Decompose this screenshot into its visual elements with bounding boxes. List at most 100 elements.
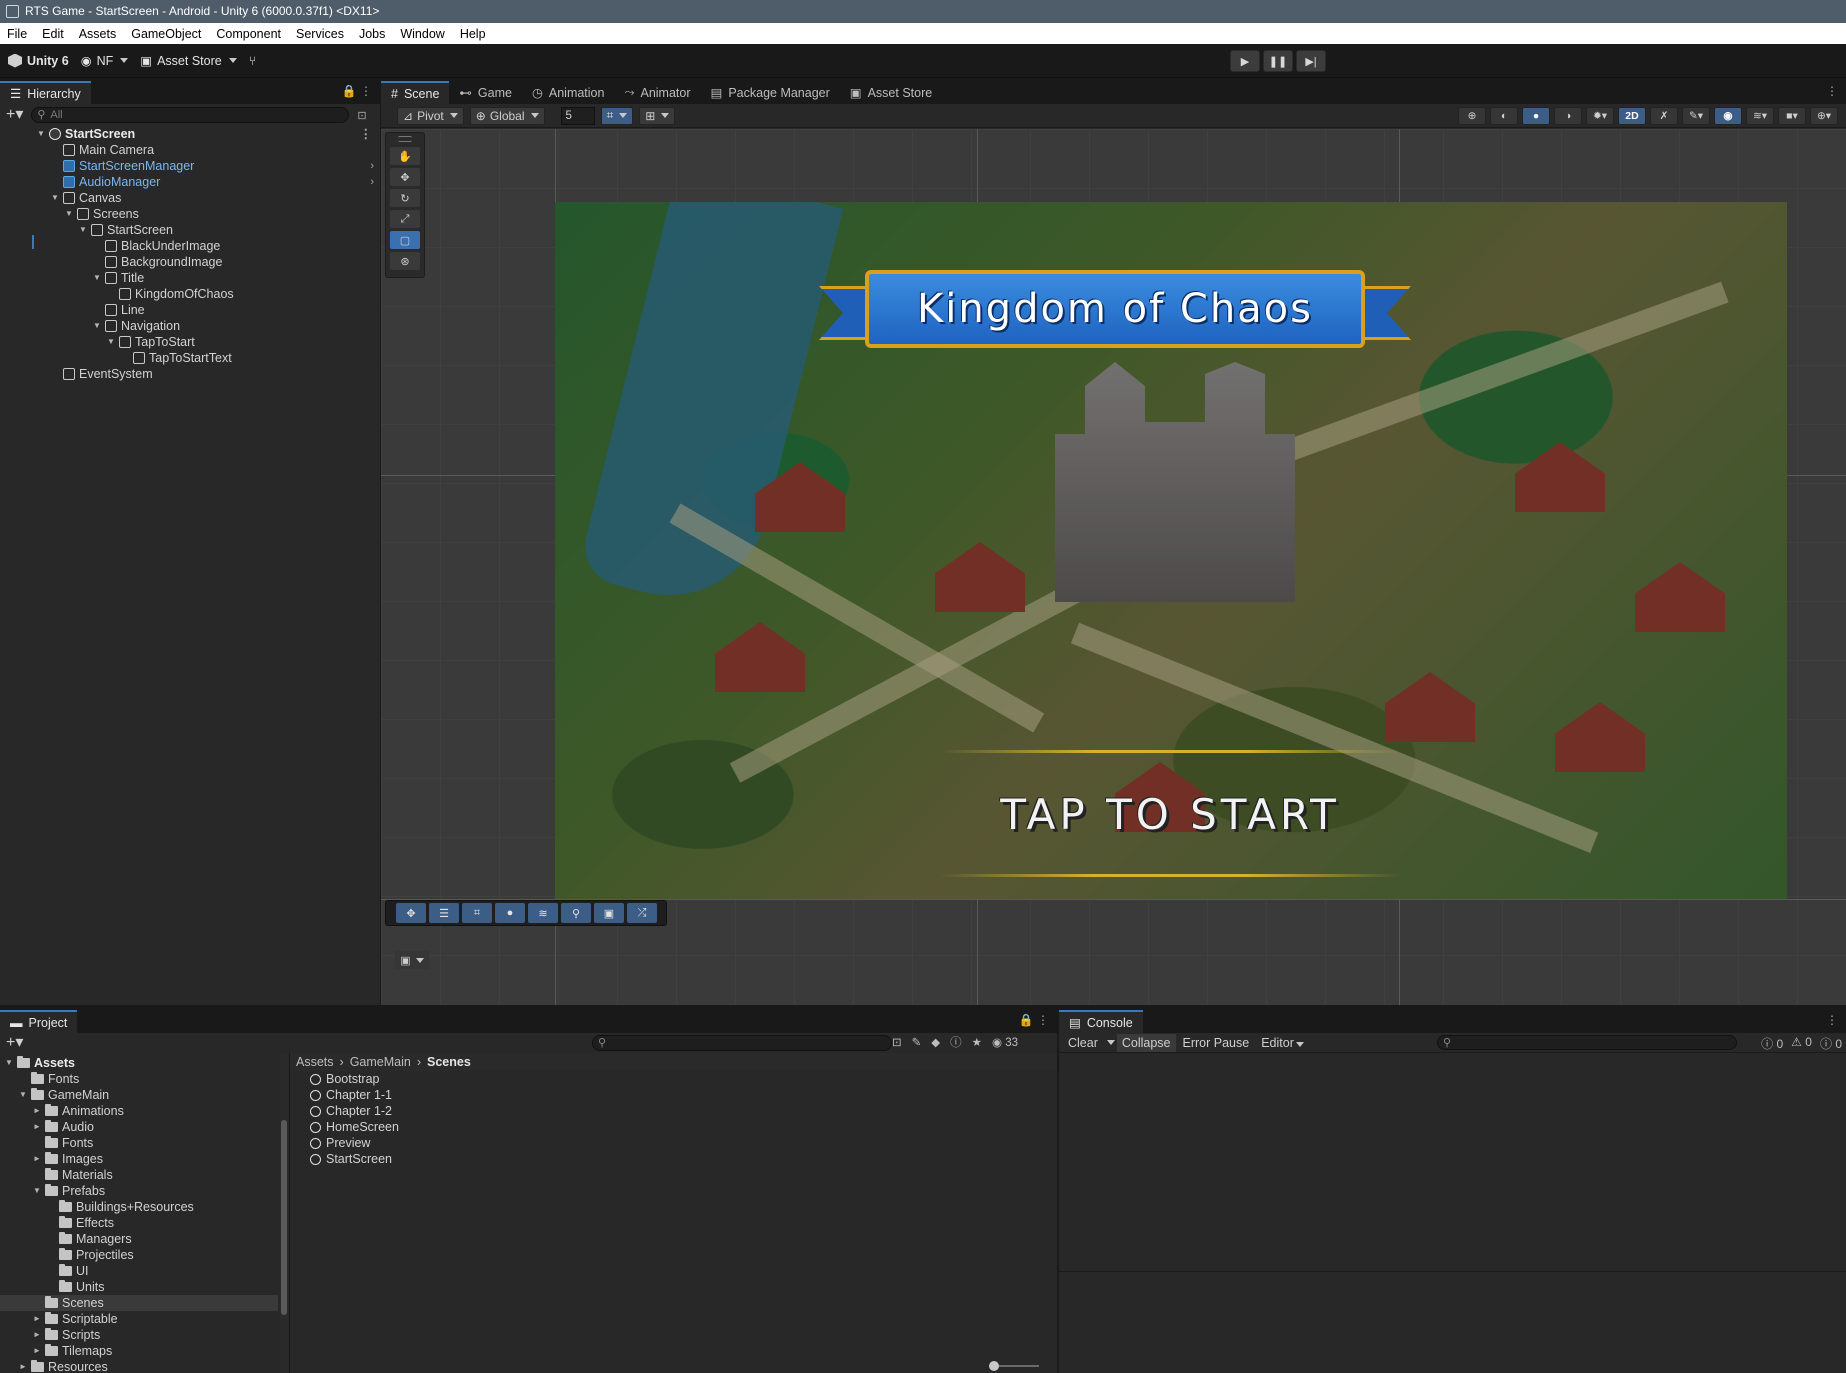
hierarchy-row[interactable]: ▼ StartScreen ⋮	[0, 126, 380, 142]
expand-arrow-icon[interactable]: ▼	[32, 1183, 42, 1199]
layers-button[interactable]: ≋▾	[1746, 107, 1774, 125]
folder-row[interactable]: ► Images	[0, 1151, 278, 1167]
camera-settings-button[interactable]: ■▾	[1778, 107, 1806, 125]
unity-version-button[interactable]: Unity 6	[8, 53, 69, 68]
folder-row[interactable]: ▼ Prefabs	[0, 1183, 278, 1199]
folder-row[interactable]: Materials	[0, 1167, 278, 1183]
search-by-label-icon[interactable]: ✎	[912, 1035, 922, 1049]
move-tool-button[interactable]: ✥	[390, 168, 420, 186]
menu-assets[interactable]: Assets	[79, 27, 117, 41]
expand-arrow-icon[interactable]: ▼	[18, 1087, 28, 1103]
folder-row[interactable]: Effects	[0, 1215, 278, 1231]
layers-tool-button[interactable]: ≋	[528, 903, 558, 923]
expand-arrow-icon[interactable]: ►	[32, 1311, 42, 1327]
hierarchy-row[interactable]: Main Camera	[0, 142, 380, 158]
menu-edit[interactable]: Edit	[42, 27, 64, 41]
clear-button[interactable]: Clear	[1063, 1034, 1103, 1052]
preview-tool-button[interactable]: ▣	[594, 903, 624, 923]
hierarchy-row[interactable]: ▼ Title	[0, 270, 380, 286]
panel-options-icon[interactable]: 🔒 ⋮	[342, 84, 372, 98]
gizmos-button[interactable]: ⊕▾	[1810, 107, 1838, 125]
hierarchy-row[interactable]: BackgroundImage	[0, 254, 380, 270]
expand-arrow-icon[interactable]: ▼	[36, 126, 46, 142]
hierarchy-row[interactable]: ▼ StartScreen	[0, 222, 380, 238]
menu-window[interactable]: Window	[400, 27, 444, 41]
menu-gameobject[interactable]: GameObject	[131, 27, 201, 41]
pause-button[interactable]: ❚❚	[1263, 50, 1293, 72]
hierarchy-row[interactable]: BlackUnderImage	[0, 238, 380, 254]
expand-arrow-icon[interactable]: ▼	[78, 222, 88, 238]
panel-options-icon[interactable]: 🔒 ⋮	[1019, 1013, 1049, 1027]
draw-mode-button[interactable]: ⊕	[1458, 107, 1486, 125]
shaded-wire-button[interactable]: ◐	[1490, 107, 1518, 125]
icon-size-slider[interactable]	[989, 1361, 1039, 1371]
editor-dropdown[interactable]: Editor	[1256, 1034, 1309, 1052]
tab-game[interactable]: ⊷ Game	[449, 81, 522, 104]
render-debug-button[interactable]: ✹▾	[1586, 107, 1614, 125]
scene-viewport[interactable]: Kingdom of Chaos TAP TO START ✋ ✥ ↻ ⤢ ▢ …	[381, 129, 1846, 1005]
warning-count-toggle[interactable]: ⚠ 0	[1791, 1035, 1812, 1052]
hierarchy-row[interactable]: ▼ Navigation	[0, 318, 380, 334]
grid-tool-button[interactable]: ⌗	[462, 903, 492, 923]
tap-to-start-text[interactable]: TAP TO START	[940, 790, 1400, 839]
tab-asset-store[interactable]: ▣ Asset Store	[840, 81, 942, 104]
folder-row[interactable]: Buildings+Resources	[0, 1199, 278, 1215]
scene-visibility-icon[interactable]: ⊡	[357, 109, 366, 122]
sprite-move-button[interactable]: ✥	[396, 903, 426, 923]
grid-snap-field[interactable]: 5	[560, 106, 595, 125]
step-button[interactable]: ▶|	[1296, 50, 1326, 72]
folder-row[interactable]: ► Animations	[0, 1103, 278, 1119]
menu-jobs[interactable]: Jobs	[359, 27, 385, 41]
hidden-packages-button[interactable]: ◉ 33	[992, 1035, 1018, 1049]
expand-arrow-icon[interactable]: ▼	[92, 270, 102, 286]
scene-menu-icon[interactable]: ⋮	[360, 126, 373, 142]
folder-row[interactable]: Scenes	[0, 1295, 278, 1311]
tab-animator[interactable]: ⤳ Animator	[614, 81, 700, 104]
console-search-input[interactable]	[1437, 1035, 1737, 1050]
folder-row[interactable]: Projectiles	[0, 1247, 278, 1263]
asset-store-dropdown[interactable]: ▣ Asset Store	[140, 53, 237, 68]
panel-options-icon[interactable]: ⋮	[1826, 1013, 1838, 1027]
error-pause-button[interactable]: Error Pause	[1178, 1034, 1255, 1052]
create-button[interactable]: +▾	[6, 107, 23, 123]
scene-file-item[interactable]: Chapter 1-1	[290, 1087, 1057, 1103]
increment-snap-button[interactable]: ⊞	[639, 106, 676, 125]
expand-arrow-icon[interactable]: ▼	[64, 206, 74, 222]
folder-row[interactable]: ► Resources	[0, 1359, 278, 1373]
pivot-dropdown[interactable]: ⊿ Pivot	[397, 106, 464, 125]
menu-file[interactable]: File	[7, 27, 27, 41]
expand-arrow-icon[interactable]: ►	[32, 1151, 42, 1167]
hierarchy-row[interactable]: Line	[0, 302, 380, 318]
scrollbar-thumb[interactable]	[281, 1120, 287, 1315]
search-tool-button[interactable]: ⚲	[561, 903, 591, 923]
hierarchy-row[interactable]: StartScreenManager ›	[0, 158, 380, 174]
rect-tool-button[interactable]: ▢	[390, 231, 420, 249]
rotate-tool-button[interactable]: ↻	[390, 189, 420, 207]
lighting-toggle-button[interactable]: ✗	[1650, 107, 1678, 125]
toggle-2d-button[interactable]: 2D	[1618, 107, 1646, 125]
tab-hierarchy[interactable]: ☰ Hierarchy	[0, 81, 91, 104]
info-count-toggle[interactable]: ⓘ 0	[1761, 1035, 1783, 1052]
expand-arrow-icon[interactable]: ►	[18, 1359, 28, 1373]
transform-tool-button[interactable]: ⊛	[390, 252, 420, 270]
tab-console[interactable]: ▤ Console	[1059, 1010, 1143, 1033]
create-button[interactable]: +▾	[6, 1035, 23, 1051]
hierarchy-search-input[interactable]: All	[31, 107, 350, 123]
search-by-type-icon[interactable]: ⊡	[892, 1035, 902, 1049]
folder-row[interactable]: Units	[0, 1279, 278, 1295]
folder-row[interactable]: Managers	[0, 1231, 278, 1247]
folder-row[interactable]: ▼ GameMain	[0, 1087, 278, 1103]
folder-row[interactable]: ► Tilemaps	[0, 1343, 278, 1359]
grid-snapping-button[interactable]: ⌗	[600, 106, 634, 125]
project-tree-scrollbar[interactable]	[280, 1055, 288, 1373]
folder-row[interactable]: ► Scripts	[0, 1327, 278, 1343]
tab-project[interactable]: ▬ Project	[0, 1010, 78, 1033]
scene-file-item[interactable]: Bootstrap	[290, 1071, 1057, 1087]
hierarchy-row[interactable]: ▼ TapToStart	[0, 334, 380, 350]
unlit-button[interactable]: ◑	[1554, 107, 1582, 125]
menu-component[interactable]: Component	[216, 27, 281, 41]
hierarchy-row[interactable]: ▼ Canvas	[0, 190, 380, 206]
info-icon[interactable]: ⓘ	[950, 1034, 962, 1050]
play-button[interactable]: ▶	[1230, 50, 1260, 72]
breadcrumb-gamemain[interactable]: GameMain	[350, 1055, 411, 1069]
